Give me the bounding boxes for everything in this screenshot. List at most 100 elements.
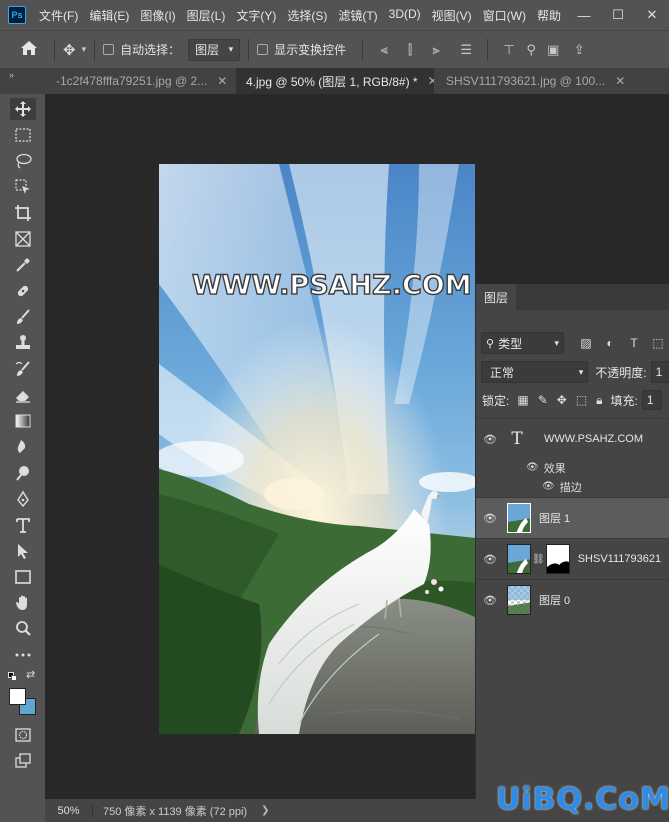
filter-icons: ▨ ◐ T ⬚ — [574, 336, 669, 350]
maximize-button[interactable]: ☐ — [601, 7, 635, 23]
path-selection-tool[interactable] — [10, 540, 36, 562]
menu-filter[interactable]: 滤镜(T) — [338, 7, 377, 24]
more-tools[interactable] — [10, 644, 36, 666]
chevron-down-icon[interactable]: ▾ — [82, 44, 87, 55]
canvas-area[interactable]: WWW.PSAHZ.COM — [45, 94, 475, 799]
opacity-input[interactable]: 1 — [650, 361, 669, 383]
lock-pixels-icon[interactable]: ✎ — [538, 393, 548, 407]
align-center-icon[interactable]: ⫿ — [397, 42, 423, 58]
menu-3d[interactable]: 3D(D) — [389, 7, 421, 24]
hand-icon — [16, 595, 27, 610]
layer-row-shsv[interactable]: 👁︎ ⛓ SHSV111793621 — [476, 538, 669, 579]
menu-layer[interactable]: 图层(L) — [187, 7, 226, 24]
menu-image[interactable]: 图像(I) — [140, 7, 175, 24]
lock-all-icon[interactable]: 🔒︎ — [596, 393, 602, 408]
gradient-tool[interactable] — [10, 410, 36, 432]
auto-select-dropdown[interactable]: 图层 ▾ — [188, 38, 241, 61]
auto-select-checkbox[interactable] — [103, 44, 115, 55]
brush-tool[interactable] — [10, 306, 36, 328]
type-filter-icon[interactable]: T — [622, 336, 646, 350]
menu-help[interactable]: 帮助 — [537, 7, 561, 24]
layer-row-layer-1[interactable]: 👁︎ 图层 1 — [476, 497, 669, 538]
zoom-tool[interactable] — [10, 618, 36, 640]
swap-colors-icon[interactable]: ⇄ — [26, 668, 35, 681]
image-filter-icon[interactable]: ▨ — [574, 336, 598, 350]
layer-row-layer-0[interactable]: 👁︎ 图层 0 — [476, 579, 669, 620]
eraser-tool[interactable] — [10, 384, 36, 406]
visibility-eye-icon[interactable]: 👁︎ — [476, 594, 504, 607]
shape-filter-icon[interactable]: ⬚ — [646, 336, 669, 350]
home-icon[interactable] — [20, 40, 46, 60]
pen-icon — [17, 490, 29, 508]
tab-document-3[interactable]: SHSV111793621.jpg @ 100... ✕ — [436, 68, 669, 94]
align-top-icon[interactable]: ⊤ — [496, 42, 522, 58]
fill-input[interactable]: 1 — [641, 390, 662, 410]
close-icon[interactable]: ✕ — [615, 74, 625, 88]
distribute-icon[interactable]: ☰ — [453, 42, 479, 58]
rectangle-tool[interactable] — [10, 566, 36, 588]
layer-row-text[interactable]: 👁︎ T WWW.PSAHZ.COM — [476, 418, 669, 459]
marquee-tool[interactable] — [10, 124, 36, 146]
layer-mask-thumbnail[interactable] — [545, 544, 570, 574]
photoshop-logo-icon[interactable]: Ps — [8, 6, 26, 24]
lock-artboard-icon[interactable]: ⬚ — [576, 393, 587, 407]
menu-edit[interactable]: 编辑(E) — [89, 7, 129, 24]
eyedropper-tool[interactable] — [10, 254, 36, 276]
type-tool[interactable] — [10, 514, 36, 536]
zoom-level[interactable]: 50% — [45, 804, 93, 817]
share-icon[interactable]: ⇪ — [566, 42, 592, 58]
crop-tool[interactable] — [10, 202, 36, 224]
healing-brush-tool[interactable] — [10, 280, 36, 302]
tab-document-2[interactable]: 4.jpg @ 50% (图层 1, RGB/8#) * ✕ — [236, 68, 434, 94]
close-icon[interactable]: ✕ — [217, 74, 227, 88]
visibility-eye-icon[interactable]: 👁︎ — [542, 481, 555, 492]
clone-stamp-tool[interactable] — [10, 332, 36, 354]
move-tool[interactable] — [10, 98, 36, 120]
document-canvas[interactable]: WWW.PSAHZ.COM — [159, 164, 475, 734]
align-right-icon[interactable]: ⫸ — [423, 42, 449, 58]
visibility-eye-icon[interactable]: 👁︎ — [476, 512, 504, 525]
tab-layers[interactable]: 图层 — [476, 284, 516, 310]
mask-link-icon[interactable]: ⛓ — [532, 554, 545, 565]
lock-position-icon[interactable]: ✥ — [557, 393, 567, 407]
chevron-right-icon[interactable]: ❯ — [261, 805, 269, 816]
visibility-eye-icon[interactable]: 👁︎ — [476, 433, 504, 446]
lock-transparent-icon[interactable]: ▦ — [517, 393, 528, 407]
workspace-icon[interactable]: ▣ — [540, 42, 566, 58]
collapse-panels-icon[interactable]: » — [9, 70, 14, 80]
default-colors-icon[interactable] — [8, 672, 18, 682]
show-transform-checkbox[interactable] — [257, 44, 269, 55]
menu-file[interactable]: 文件(F) — [39, 7, 78, 24]
adjustment-filter-icon[interactable]: ◐ — [598, 336, 622, 350]
lasso-tool[interactable] — [10, 150, 36, 172]
close-button[interactable]: ✕ — [635, 7, 669, 23]
effects-row[interactable]: 👁︎ 效果 — [476, 458, 669, 477]
align-left-icon[interactable]: ⫷ — [371, 42, 397, 58]
tab-document-1[interactable]: -1c2f478fffa79251.jpg @ 2... ✕ — [46, 68, 236, 94]
menu-select[interactable]: 选择(S) — [287, 7, 327, 24]
foreground-color-swatch[interactable] — [9, 688, 26, 705]
quick-mask-tool[interactable] — [10, 724, 36, 746]
screen-mode-tool[interactable] — [10, 750, 36, 772]
pen-tool[interactable] — [10, 488, 36, 510]
minimize-button[interactable]: — — [567, 8, 601, 23]
close-icon[interactable]: ✕ — [428, 74, 434, 88]
blend-mode-dropdown[interactable]: 正常 ▾ — [481, 361, 589, 383]
stroke-effect-row[interactable]: 👁︎ 描边 — [476, 477, 669, 496]
blur-tool[interactable] — [10, 436, 36, 458]
history-brush-tool[interactable] — [10, 358, 36, 380]
search-icon[interactable]: ⚲ — [522, 42, 540, 58]
site-watermark: UiBQ.CoM — [496, 782, 669, 817]
menu-window[interactable]: 窗口(W) — [483, 7, 526, 24]
filter-kind-dropdown[interactable]: ⚲ 类型 ▾ — [481, 332, 564, 354]
visibility-eye-icon[interactable]: 👁︎ — [476, 553, 504, 566]
dodge-tool[interactable] — [10, 462, 36, 484]
menu-type[interactable]: 文字(Y) — [236, 7, 276, 24]
move-tool-preset-icon[interactable]: ✥ — [63, 41, 76, 59]
eraser-icon — [16, 391, 30, 403]
visibility-eye-icon[interactable]: 👁︎ — [526, 462, 539, 473]
menu-view[interactable]: 视图(V) — [432, 7, 472, 24]
object-selection-tool[interactable] — [10, 176, 36, 198]
frame-tool[interactable] — [10, 228, 36, 250]
hand-tool[interactable] — [10, 592, 36, 614]
